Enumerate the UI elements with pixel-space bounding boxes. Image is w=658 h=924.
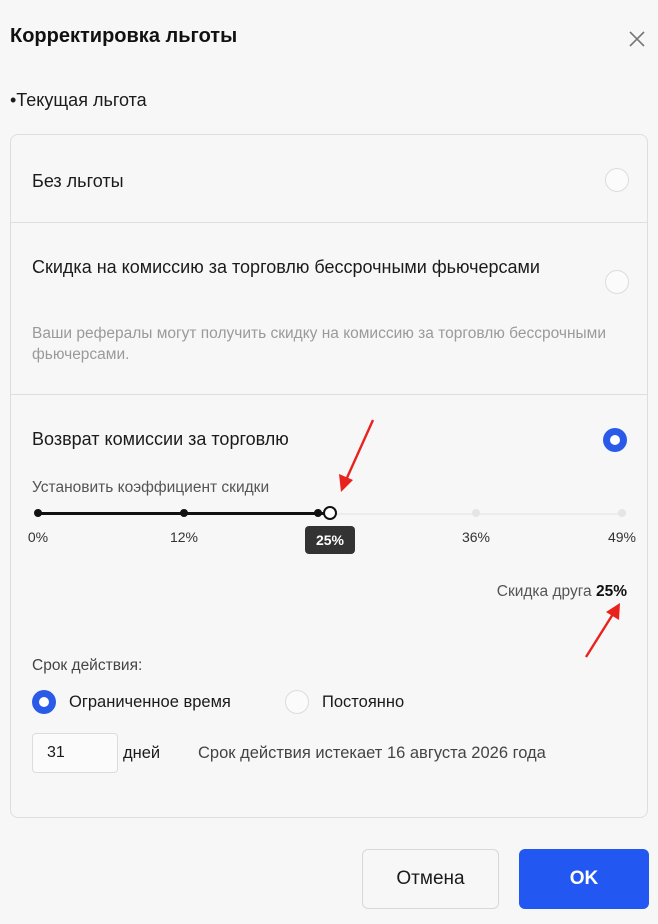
expiry-text: Срок действия истекает 16 августа 2026 г… [198,744,546,762]
option-no-benefit[interactable]: Без льготы [11,135,647,223]
validity-label: Срок действия: [32,657,143,674]
current-benefit-title: •Текущая льгота [10,90,147,110]
option-futures-discount[interactable]: Скидка на комиссию за торговлю бессрочны… [11,223,647,395]
benefit-options-card: Без льготы Скидка на комиссию за торговл… [10,134,648,818]
friend-discount: Скидка друга 25% [497,583,627,601]
cancel-button[interactable]: Отмена [362,849,499,909]
option-label: Без льготы [32,171,124,191]
slider-caption: Установить коэффициент скидки [32,479,270,496]
option-commission-rebate[interactable]: Возврат комиссии за торговлю Установить … [11,395,647,817]
option-label: Скидка на комиссию за торговлю бессрочны… [32,257,540,277]
tick-label: 49% [607,529,637,545]
slider-tick-dot[interactable] [618,509,626,517]
slider-tick-dot[interactable] [180,509,188,517]
days-unit: дней [123,744,161,762]
friend-discount-label: Скидка друга [496,583,592,600]
tick-label: 0% [27,529,49,545]
friend-discount-value: 25% [595,583,627,600]
validity-permanent-label: Постоянно [322,692,405,711]
radio-futures-discount[interactable] [605,270,629,294]
close-icon [629,31,645,47]
slider-tick-dot [314,509,322,517]
option-description: Ваши рефералы могут получить скидку на к… [32,325,606,363]
ok-button[interactable]: OK [519,849,649,909]
close-button[interactable] [626,28,648,50]
radio-limited-time[interactable] [32,690,56,714]
radio-commission-rebate[interactable] [603,428,627,452]
tick-label: 36% [461,529,491,545]
radio-no-benefit[interactable] [605,168,629,192]
days-input[interactable] [32,733,118,773]
validity-limited-option[interactable]: Ограниченное время [32,689,231,715]
slider-value-badge: 25% [305,526,355,554]
option-label: Возврат комиссии за торговлю [32,429,289,449]
slider-tick-dot[interactable] [34,509,42,517]
validity-permanent-option[interactable]: Постоянно [285,689,404,715]
tick-label: 12% [169,529,199,545]
slider-thumb[interactable] [323,506,337,520]
dialog-title: Корректировка льготы [10,25,238,47]
radio-permanent[interactable] [285,690,309,714]
slider-tick-dot[interactable] [472,509,480,517]
validity-limited-label: Ограниченное время [69,692,231,711]
